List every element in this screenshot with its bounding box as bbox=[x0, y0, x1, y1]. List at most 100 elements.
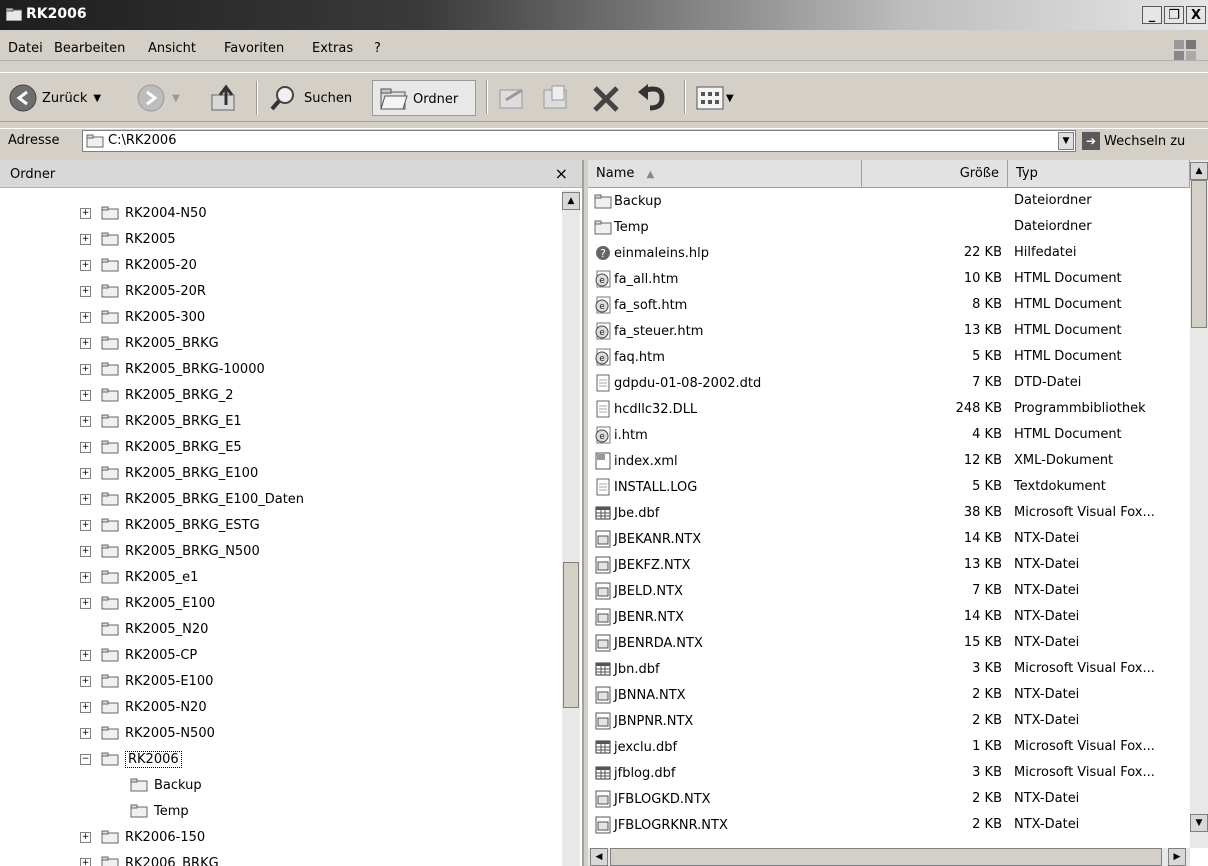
forward-dropdown-icon[interactable]: ▼ bbox=[172, 93, 180, 104]
tree-item[interactable]: + RK2005_E100 bbox=[80, 590, 215, 616]
tree-item[interactable]: + RK2006_BRKG bbox=[80, 850, 219, 866]
tree-item[interactable]: + RK2005_BRKG_E100_Daten bbox=[80, 486, 304, 512]
file-row[interactable]: hcdllc32.DLL 248 KB Programmbibliothek bbox=[588, 396, 1190, 422]
minimize-button[interactable]: _ bbox=[1142, 6, 1162, 24]
folder-pane-scrollbar[interactable]: ▲ ▼ bbox=[562, 190, 580, 866]
menu-favoriten[interactable]: Favoriten bbox=[224, 41, 284, 56]
expand-icon[interactable]: + bbox=[80, 415, 91, 427]
file-row[interactable]: jfblog.dbf 3 KB Microsoft Visual Fox... bbox=[588, 760, 1190, 786]
views-button[interactable]: ▼ bbox=[696, 86, 734, 110]
expand-icon[interactable]: + bbox=[80, 285, 91, 297]
file-row[interactable]: JBNNA.NTX 2 KB NTX-Datei bbox=[588, 682, 1190, 708]
tree-item[interactable]: + RK2005_BRKG_E1 bbox=[80, 408, 242, 434]
tree-item[interactable]: + RK2005-E100 bbox=[80, 668, 213, 694]
expand-icon[interactable]: + bbox=[80, 727, 91, 739]
scrollbar-thumb[interactable] bbox=[610, 848, 1162, 866]
file-row[interactable]: INSTALL.LOG 5 KB Textdokument bbox=[588, 474, 1190, 500]
tree-item[interactable]: + RK2005_BRKG_E100 bbox=[80, 460, 258, 486]
file-row[interactable]: Jbe.dbf 38 KB Microsoft Visual Fox... bbox=[588, 500, 1190, 526]
expand-icon[interactable]: + bbox=[80, 701, 91, 713]
tree-item[interactable]: + RK2004-N50 bbox=[80, 200, 207, 226]
maximize-button[interactable]: ❐ bbox=[1164, 6, 1184, 24]
delete-icon[interactable] bbox=[590, 84, 622, 114]
title-bar[interactable]: RK2006 _ ❐ X bbox=[0, 0, 1208, 30]
back-dropdown-icon[interactable]: ▼ bbox=[93, 93, 101, 104]
tree-item[interactable]: + RK2005-300 bbox=[80, 304, 205, 330]
file-row[interactable]: JBELD.NTX 7 KB NTX-Datei bbox=[588, 578, 1190, 604]
file-row[interactable]: JBENR.NTX 14 KB NTX-Datei bbox=[588, 604, 1190, 630]
tree-item[interactable]: Temp bbox=[130, 798, 189, 824]
expand-icon[interactable]: + bbox=[80, 389, 91, 401]
address-dropdown-button[interactable]: ▼ bbox=[1058, 132, 1074, 150]
scrollbar-thumb[interactable] bbox=[1191, 180, 1207, 328]
expand-icon[interactable]: + bbox=[80, 441, 91, 453]
expand-icon[interactable]: + bbox=[80, 857, 91, 866]
file-row[interactable]: index.xml 12 KB XML-Dokument bbox=[588, 448, 1190, 474]
expand-icon[interactable]: + bbox=[80, 233, 91, 245]
menu-ansicht[interactable]: Ansicht bbox=[148, 41, 196, 56]
expand-icon[interactable]: + bbox=[80, 259, 91, 271]
expand-icon[interactable]: + bbox=[80, 519, 91, 531]
file-row[interactable]: e i.htm 4 KB HTML Document bbox=[588, 422, 1190, 448]
tree-item[interactable]: + RK2005_BRKG_E5 bbox=[80, 434, 242, 460]
tree-item[interactable]: RK2005_N20 bbox=[80, 616, 208, 642]
scroll-left-icon[interactable]: ◀ bbox=[590, 848, 608, 866]
file-row[interactable]: e fa_steuer.htm 13 KB HTML Document bbox=[588, 318, 1190, 344]
move-to-icon[interactable] bbox=[496, 82, 530, 114]
forward-button[interactable]: ▼ bbox=[136, 83, 180, 113]
tree-item[interactable]: + RK2005-N500 bbox=[80, 720, 215, 746]
tree-item[interactable]: + RK2005-N20 bbox=[80, 694, 207, 720]
collapse-icon[interactable]: − bbox=[80, 753, 91, 765]
tree-item[interactable]: + RK2005-20 bbox=[80, 252, 197, 278]
file-row[interactable]: Backup Dateiordner bbox=[588, 188, 1190, 214]
expand-icon[interactable]: + bbox=[80, 597, 91, 609]
go-button[interactable]: ➔ Wechseln zu bbox=[1082, 132, 1185, 150]
expand-icon[interactable]: + bbox=[80, 649, 91, 661]
copy-to-icon[interactable] bbox=[540, 82, 574, 114]
expand-icon[interactable]: + bbox=[80, 311, 91, 323]
file-row[interactable]: JBENRDA.NTX 15 KB NTX-Datei bbox=[588, 630, 1190, 656]
file-row[interactable]: e faq.htm 5 KB HTML Document bbox=[588, 344, 1190, 370]
menu-extras[interactable]: Extras bbox=[312, 41, 353, 56]
close-folder-pane-icon[interactable]: × bbox=[555, 164, 568, 183]
file-row[interactable]: e fa_soft.htm 8 KB HTML Document bbox=[588, 292, 1190, 318]
close-button[interactable]: X bbox=[1186, 6, 1206, 24]
file-list-hscrollbar[interactable]: ◀ ▶ bbox=[588, 848, 1190, 866]
tree-item[interactable]: + RK2005_BRKG-10000 bbox=[80, 356, 265, 382]
file-row[interactable]: gdpdu-01-08-2002.dtd 7 KB DTD-Datei bbox=[588, 370, 1190, 396]
menu-help[interactable]: ? bbox=[374, 41, 381, 56]
scrollbar-thumb[interactable] bbox=[563, 562, 579, 708]
scroll-down-icon[interactable]: ▼ bbox=[1190, 814, 1208, 832]
tree-item[interactable]: + RK2005_BRKG bbox=[80, 330, 219, 356]
menu-datei[interactable]: Datei bbox=[8, 41, 43, 56]
expand-icon[interactable]: + bbox=[80, 545, 91, 557]
expand-icon[interactable]: + bbox=[80, 207, 91, 219]
tree-item[interactable]: + RK2005-CP bbox=[80, 642, 197, 668]
file-row[interactable]: JFBLOGRKNR.NTX 2 KB NTX-Datei bbox=[588, 812, 1190, 838]
expand-icon[interactable]: + bbox=[80, 493, 91, 505]
file-row[interactable]: JFBLOGKD.NTX 2 KB NTX-Datei bbox=[588, 786, 1190, 812]
tree-item[interactable]: − RK2006 bbox=[80, 746, 182, 772]
expand-icon[interactable]: + bbox=[80, 467, 91, 479]
expand-icon[interactable]: + bbox=[80, 675, 91, 687]
up-folder-button[interactable] bbox=[208, 83, 242, 113]
tree-item[interactable]: + RK2005_BRKG_N500 bbox=[80, 538, 260, 564]
expand-icon[interactable]: + bbox=[80, 337, 91, 349]
file-row[interactable]: JBNPNR.NTX 2 KB NTX-Datei bbox=[588, 708, 1190, 734]
file-row[interactable]: e fa_all.htm 10 KB HTML Document bbox=[588, 266, 1190, 292]
folders-button[interactable]: Ordner bbox=[372, 80, 476, 116]
file-list-vscrollbar[interactable]: ▲ ▼ bbox=[1190, 160, 1208, 848]
column-header-type[interactable]: Typ bbox=[1008, 160, 1190, 188]
tree-item[interactable]: + RK2005_BRKG_ESTG bbox=[80, 512, 260, 538]
tree-item[interactable]: + RK2005 bbox=[80, 226, 176, 252]
column-header-name[interactable]: Name ▲ bbox=[588, 160, 862, 188]
tree-item[interactable]: + RK2006-150 bbox=[80, 824, 205, 850]
scroll-right-icon[interactable]: ▶ bbox=[1168, 848, 1186, 866]
tree-item[interactable]: + RK2005_BRKG_2 bbox=[80, 382, 233, 408]
file-row[interactable]: ? einmaleins.hlp 22 KB Hilfedatei bbox=[588, 240, 1190, 266]
back-button[interactable]: Zurück ▼ bbox=[8, 83, 101, 113]
file-row[interactable]: Jbn.dbf 3 KB Microsoft Visual Fox... bbox=[588, 656, 1190, 682]
scroll-up-icon[interactable]: ▲ bbox=[562, 192, 580, 210]
expand-icon[interactable]: + bbox=[80, 363, 91, 375]
address-input[interactable] bbox=[82, 130, 1076, 152]
